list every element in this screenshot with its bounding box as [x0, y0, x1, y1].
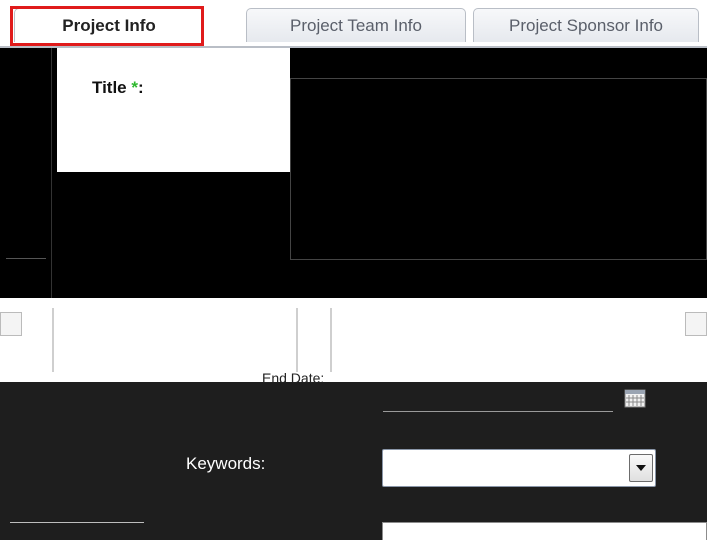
tab-strip: Project Info Project Team Info Project S…: [0, 0, 707, 48]
title-label: Title *:: [92, 78, 144, 98]
required-marker: *: [131, 78, 138, 97]
tab-project-sponsor-info[interactable]: Project Sponsor Info: [473, 8, 699, 42]
chevron-down-icon: [636, 465, 646, 471]
title-input[interactable]: [290, 78, 707, 260]
title-label-colon: :: [138, 78, 144, 97]
title-label-text: Title: [92, 78, 127, 97]
tab-project-info[interactable]: Project Info: [14, 8, 204, 42]
column-divider: [296, 308, 298, 372]
end-date-label: End Date:: [262, 370, 325, 386]
rail-divider: [6, 258, 46, 259]
column-divider: [330, 308, 332, 372]
tab-label: Project Sponsor Info: [508, 15, 664, 35]
calendar-icon[interactable]: [624, 388, 646, 408]
keywords-dropdown-button[interactable]: [629, 454, 653, 482]
tab-label: Project Team Info: [290, 15, 422, 35]
keywords-select[interactable]: [382, 449, 656, 487]
title-label-cell: Title *:: [57, 48, 290, 172]
tab-label: Project Info: [62, 15, 156, 35]
section-divider: [10, 522, 144, 523]
date-section: [0, 298, 707, 382]
end-date-input[interactable]: [383, 372, 613, 412]
keywords-label: Keywords:: [186, 454, 266, 473]
column-divider: [52, 308, 54, 372]
left-rail: [0, 48, 52, 298]
tab-project-team-info[interactable]: Project Team Info: [246, 8, 466, 42]
next-field-input[interactable]: [382, 522, 707, 540]
left-edge-control: [0, 312, 22, 336]
right-edge-control: [685, 312, 707, 336]
